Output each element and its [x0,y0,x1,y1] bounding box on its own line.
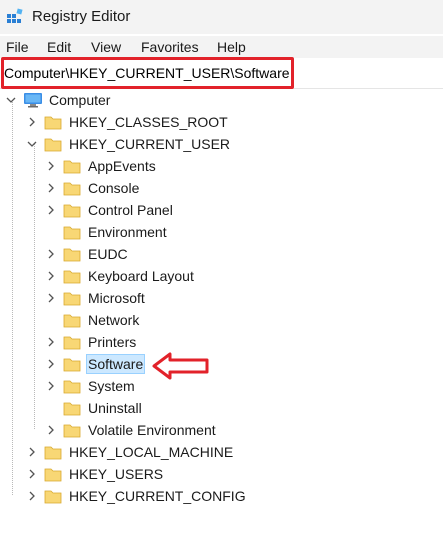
menu-favorites[interactable]: Favorites [141,39,199,55]
computer-icon [24,93,42,108]
chevron-right-icon[interactable] [45,354,57,374]
tree-guide-line [12,100,13,495]
folder-icon [63,226,81,239]
folder-icon [63,380,81,393]
chevron-down-icon[interactable] [26,134,38,154]
tree-item-hkey-current-user[interactable]: HKEY_CURRENT_USER [26,134,232,154]
tree-label: Uninstall [88,400,142,416]
tree-item-hkey-classes-root[interactable]: HKEY_CLASSES_ROOT [26,112,230,132]
tree-label: HKEY_USERS [69,466,164,482]
folder-icon [63,182,81,195]
folder-open-icon [44,138,62,151]
chevron-right-icon[interactable] [45,156,57,176]
tree-label: Volatile Environment [88,422,216,438]
chevron-right-icon[interactable] [45,266,57,286]
address-bar[interactable]: Computer\HKEY_CURRENT_USER\Software [0,58,443,89]
tree-item-hkey-users[interactable]: HKEY_USERS [26,464,165,484]
chevron-right-icon[interactable] [26,486,38,506]
folder-icon [63,402,81,415]
folder-icon [63,292,81,305]
chevron-right-icon[interactable] [45,288,57,308]
tree-item-system[interactable]: System [45,376,137,396]
chevron-right-icon[interactable] [26,464,38,484]
folder-icon [44,468,62,481]
folder-icon [63,336,81,349]
tree-label-computer: Computer [49,92,111,108]
chevron-right-icon[interactable] [45,420,57,440]
tree-item-uninstall[interactable]: Uninstall [45,398,144,418]
tree-label: HKEY_CLASSES_ROOT [69,114,228,130]
tree-label: HKEY_LOCAL_MACHINE [69,444,234,460]
tree-item-console[interactable]: Console [45,178,141,198]
tree-item-printers[interactable]: Printers [45,332,138,352]
tree-label: Network [88,312,140,328]
chevron-right-icon[interactable] [45,376,57,396]
chevron-down-icon[interactable] [5,90,17,110]
tree-item-computer[interactable]: Computer [5,90,112,110]
tree-guide-line [34,144,35,429]
chevron-right-icon[interactable] [26,442,38,462]
tree-item-environment[interactable]: Environment [45,222,169,242]
menu-help[interactable]: Help [217,39,246,55]
registry-tree: Computer HKEY_CLASSES_ROOT HKEY_CURRENT_… [0,88,443,539]
tree-item-keyboard-layout[interactable]: Keyboard Layout [45,266,196,286]
menu-file[interactable]: File [6,39,29,55]
menu-edit[interactable]: Edit [47,39,71,55]
tree-label: System [88,378,135,394]
tree-item-microsoft[interactable]: Microsoft [45,288,147,308]
folder-icon [63,204,81,217]
tree-label: EUDC [88,246,128,262]
chevron-right-icon[interactable] [26,112,38,132]
tree-item-appevents[interactable]: AppEvents [45,156,158,176]
folder-icon [63,248,81,261]
tree-label: AppEvents [88,158,156,174]
folder-icon [44,490,62,503]
tree-label: Keyboard Layout [88,268,194,284]
tree-label: HKEY_CURRENT_CONFIG [69,488,246,504]
tree-item-network[interactable]: Network [45,310,141,330]
tree-item-hkey-current-config[interactable]: HKEY_CURRENT_CONFIG [26,486,248,506]
tree-item-software[interactable]: Software [45,354,146,374]
folder-icon [44,446,62,459]
chevron-right-icon[interactable] [45,200,57,220]
tree-label: HKEY_CURRENT_USER [69,136,231,152]
title-bar: Registry Editor [0,0,443,34]
tree-label: Environment [88,224,167,240]
menu-bar: File Edit View Favorites Help [0,36,443,58]
menu-view[interactable]: View [91,39,121,55]
tree-label: Console [88,180,140,196]
tree-label: Microsoft [88,290,145,306]
tree-item-eudc[interactable]: EUDC [45,244,130,264]
chevron-right-icon[interactable] [45,332,57,352]
folder-icon [63,314,81,327]
folder-icon [63,160,81,173]
registry-editor-icon [7,8,23,23]
tree-item-control-panel[interactable]: Control Panel [45,200,175,220]
tree-label-selected: Software [86,354,146,374]
folder-icon [63,270,81,283]
window-title: Registry Editor [32,8,131,25]
tree-item-hkey-local-machine[interactable]: HKEY_LOCAL_MACHINE [26,442,235,462]
folder-icon [44,116,62,129]
tree-item-volatile-environment[interactable]: Volatile Environment [45,420,218,440]
chevron-right-icon[interactable] [45,178,57,198]
folder-icon [63,424,81,437]
chevron-right-icon[interactable] [45,244,57,264]
tree-label: Printers [88,334,137,350]
tree-label: Control Panel [88,202,173,218]
folder-icon [63,358,81,371]
address-path[interactable]: Computer\HKEY_CURRENT_USER\Software [4,65,290,81]
